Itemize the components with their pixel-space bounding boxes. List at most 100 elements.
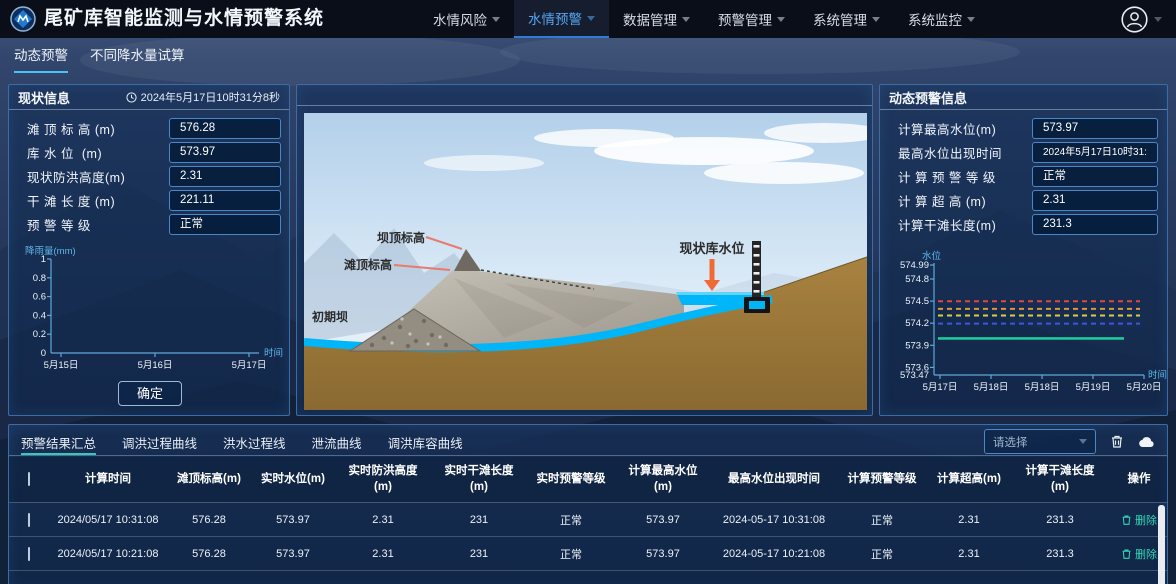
table-scrollbar[interactable] [1158,505,1165,584]
warning-results-panel: 预警结果汇总 调洪过程曲线 洪水过程线 泄流曲线 调洪库容曲线 请选择 [8,424,1168,584]
trash-icon [1121,514,1132,526]
field-label: 计算最高水位(m) [898,119,996,138]
field-calc-freeboard: 计 算 超 高 (m) 2.31 [880,189,1167,211]
label-dam-crest-elevation: 坝顶标高 [377,230,425,245]
delete-label: 删除 [1135,512,1157,528]
warning-panel-header: 动态预警信息 [880,85,1167,110]
field-label: 库 水 位 (m) [27,143,102,162]
cell: 2.31 [335,514,431,526]
cell: 576.28 [167,548,251,560]
user-avatar-icon[interactable] [1121,6,1148,33]
col-realtime-beach: 实时干滩长度(m) [431,464,527,495]
cell: 573.97 [615,514,711,526]
tab-flood-process-curve[interactable]: 洪水过程线 [223,433,286,455]
field-label: 干 滩 长 度 (m) [27,191,115,210]
cell: 231.3 [1011,514,1109,526]
clock-icon [126,92,137,103]
field-value[interactable]: 2.31 [1032,190,1158,211]
nav-item-warning-management[interactable]: 预警管理 [704,0,799,38]
select-all-checkbox[interactable] [28,472,30,486]
field-value[interactable]: 正常 [169,214,281,235]
confirm-button[interactable]: 确定 [118,381,182,406]
app-window: 尾矿库智能监测与水情预警系统 水情风险 水情预警 数据管理 预警管理 系统管理 [0,0,1176,584]
col-calc-beach: 计算干滩长度(m) [1011,464,1109,495]
level-xtick: 5月18日 [1025,382,1060,393]
col-realtime-warning: 实时预警等级 [527,472,615,488]
field-label: 预 警 等 级 [27,215,91,234]
rain-ytick: 0.8 [33,273,46,284]
col-calc-max-level: 计算最高水位(m) [615,464,711,495]
tab-results-summary[interactable]: 预警结果汇总 [21,433,96,455]
rain-xtick: 5月16日 [138,360,173,371]
field-max-level-time: 最高水位出现时间 2024年5月17日10时31: [880,141,1167,163]
field-value[interactable]: 231.3 [1032,214,1158,235]
field-value[interactable]: 576.28 [169,118,281,139]
nav-item-system-monitor[interactable]: 系统监控 [894,0,989,38]
field-value[interactable]: 正常 [1032,166,1158,187]
nav-item-system-management[interactable]: 系统管理 [799,0,894,38]
chevron-down-icon [492,17,500,22]
nav-item-water-warning[interactable]: 水情预警 [514,0,609,38]
row-checkbox[interactable] [28,547,30,561]
select-placeholder: 请选择 [993,434,1079,450]
field-label: 滩 顶 标 高 (m) [27,119,115,138]
cell: 2.31 [335,548,431,560]
tab-flood-routing-curve[interactable]: 调洪过程曲线 [122,433,197,455]
cell: 573.97 [251,548,335,560]
field-label: 最高水位出现时间 [898,143,1002,162]
level-ytick: 574.8 [905,274,929,285]
field-label: 现状防洪高度(m) [27,167,125,186]
cell: 2.31 [927,548,1011,560]
field-value[interactable]: 2.31 [169,166,281,187]
field-calc-warning-level: 计 算 预 警 等 级 正常 [880,165,1167,187]
cell-calc-time: 2024/05/17 10:21:08 [49,548,167,560]
chevron-down-icon [872,17,880,22]
cell-status: 正常 [527,512,615,528]
rainfall-xlabel: 时间 [264,347,283,359]
table-header-row: 计算时间 滩顶标高(m) 实时水位(m) 实时防洪高度(m) 实时干滩长度(m)… [9,457,1167,503]
cell-calc-time: 2024/05/17 10:31:08 [49,514,167,526]
row-checkbox[interactable] [28,513,30,527]
tab-dynamic-warning[interactable]: 动态预警 [14,44,68,73]
delete-selected-button[interactable] [1110,434,1124,449]
cell: 231 [431,514,527,526]
col-realtime-freeboard: 实时防洪高度(m) [335,464,431,495]
level-ytick: 573.47 [900,370,929,381]
trash-icon [1121,548,1132,560]
table-row: 2024/05/17 10:31:08 576.28 573.97 2.31 2… [9,503,1167,537]
tab-discharge-curve[interactable]: 泄流曲线 [312,433,362,455]
level-ytick: 573.9 [905,340,929,351]
status-timestamp: 2024年5月17日10时31分8秒 [126,89,280,105]
result-filter-select[interactable]: 请选择 [984,429,1096,454]
rain-ytick: 0.4 [33,310,46,321]
rainfall-chart: 降雨量(mm) 1 0.8 0.6 0.4 0.2 0 5月15日 5月16日 … [15,245,285,375]
col-max-level-time: 最高水位出现时间 [711,472,837,488]
label-current-reservoir-level: 现状库水位 [679,241,744,256]
tab-storage-capacity-curve[interactable]: 调洪库容曲线 [388,433,463,455]
level-xtick: 5月18日 [974,382,1009,393]
chevron-down-icon [1079,439,1087,444]
navbar-right [1121,0,1176,38]
export-button[interactable] [1138,435,1155,448]
chevron-down-icon [682,17,690,22]
field-beach-top-elevation: 滩 顶 标 高 (m) 576.28 [9,117,289,139]
field-value[interactable]: 573.97 [169,142,281,163]
nav-item-water-risk[interactable]: 水情风险 [419,0,514,38]
level-ytick: 574.2 [905,318,929,329]
status-timestamp-text: 2024年5月17日10时31分8秒 [141,89,280,105]
cell: 576.28 [167,514,251,526]
cell: 573.97 [615,548,711,560]
label-beach-top-elevation: 滩顶标高 [344,257,392,272]
field-calc-max-level: 计算最高水位(m) 573.97 [880,117,1167,139]
table-row: 2024/05/17 10:21:08 576.28 573.97 2.31 2… [9,537,1167,571]
cell: 2.31 [927,514,1011,526]
field-reservoir-level: 库 水 位 (m) 573.97 [9,141,289,163]
field-value[interactable]: 2024年5月17日10时31: [1032,142,1158,163]
level-ytick: 574.5 [905,296,929,307]
nav-item-data-management[interactable]: 数据管理 [609,0,704,38]
tab-rainfall-trial[interactable]: 不同降水量试算 [90,44,185,73]
field-value[interactable]: 221.11 [169,190,281,211]
field-value[interactable]: 573.97 [1032,118,1158,139]
chevron-down-icon[interactable] [1154,17,1162,22]
cell-status: 正常 [837,512,927,528]
